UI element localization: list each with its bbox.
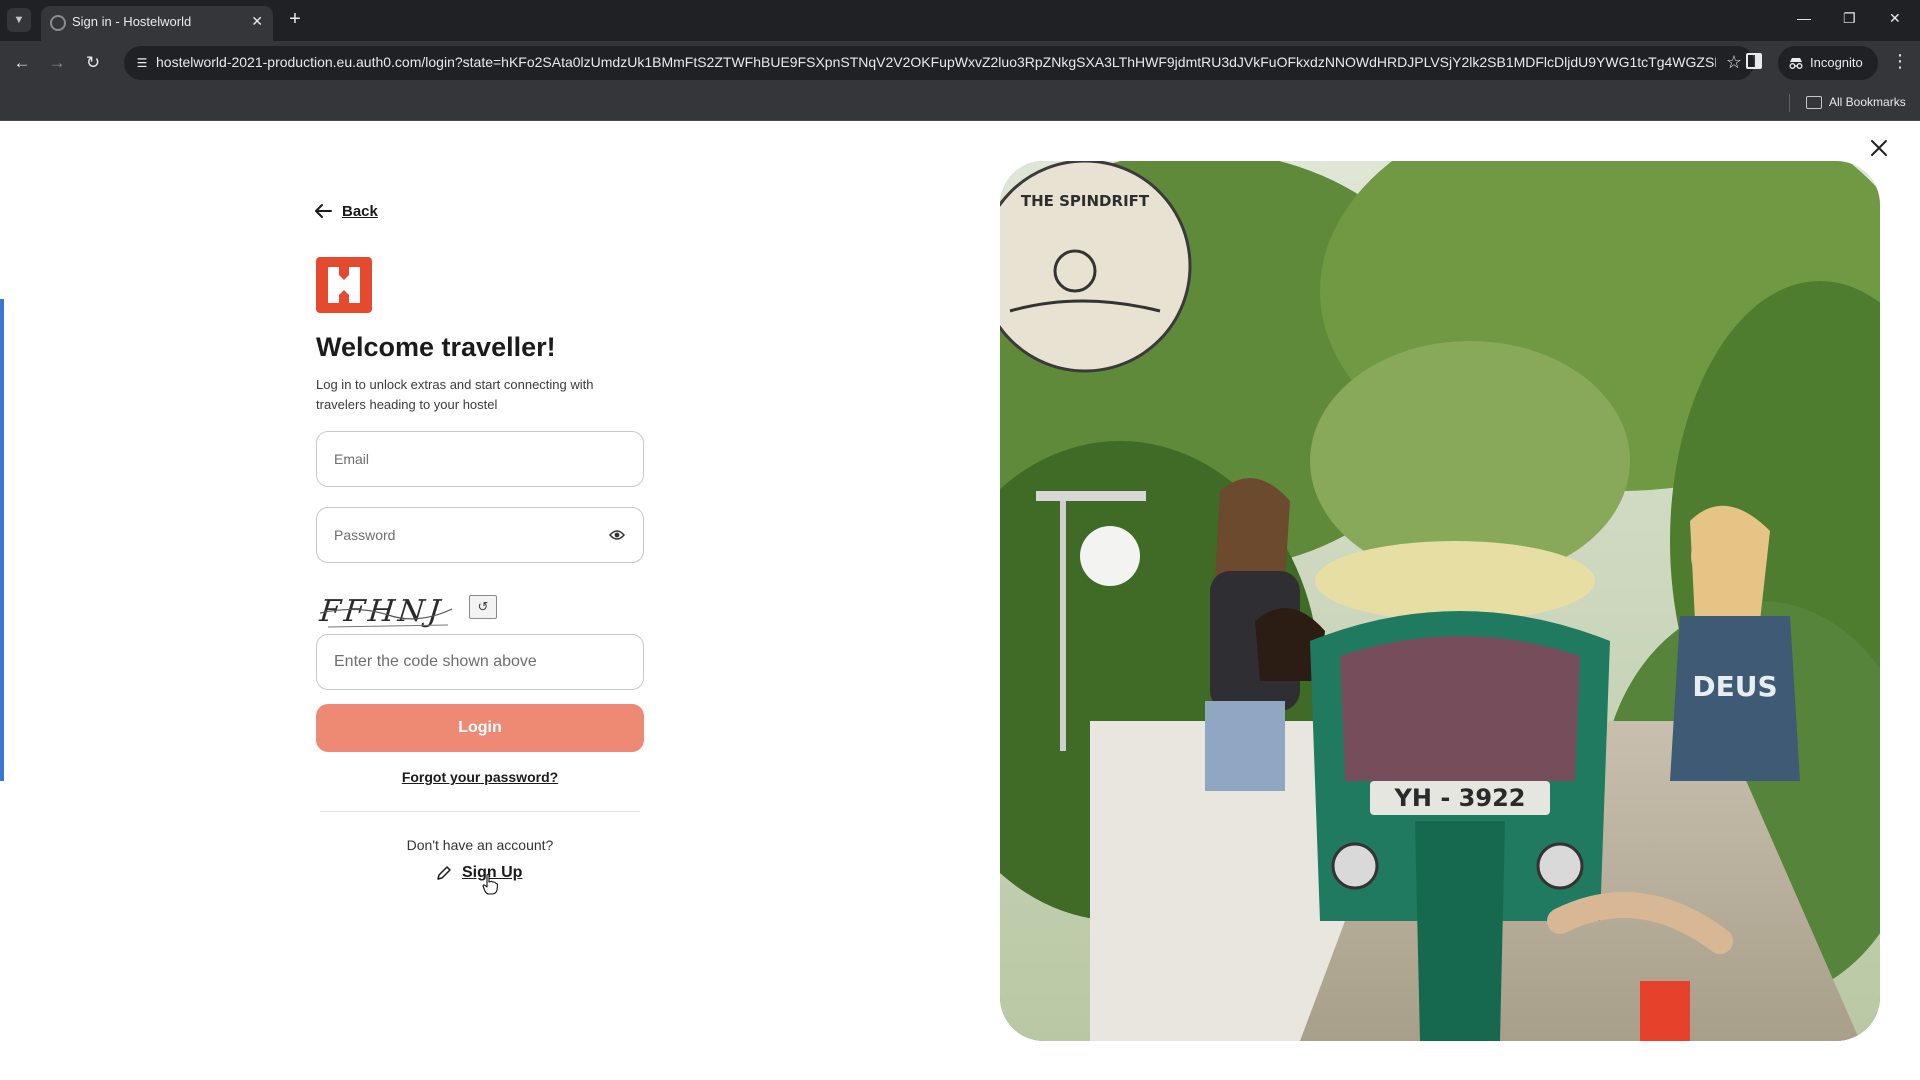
tab-search-icon[interactable]: ▼ — [7, 8, 31, 32]
captcha-image: FFHNJ — [317, 591, 454, 631]
window-close-icon[interactable]: ✕ — [1889, 10, 1901, 27]
bookmarks-divider — [1789, 94, 1790, 112]
incognito-icon — [1789, 58, 1803, 69]
minimize-icon[interactable]: — — [1797, 10, 1811, 26]
url-text[interactable]: hostelworld-2021-production.eu.auth0.com… — [156, 54, 1716, 70]
captcha-refresh-button[interactable]: ↺ — [469, 595, 497, 619]
left-accent-bar — [0, 299, 4, 781]
address-bar[interactable]: ☰ hostelworld-2021-production.eu.auth0.c… — [124, 46, 1754, 80]
login-page: Back Welcome traveller! Log in to unlock… — [0, 121, 1920, 1080]
login-button[interactable]: Login — [316, 704, 644, 752]
sign-text: THE SPINDRIFT — [1021, 192, 1150, 210]
back-link[interactable]: Back — [314, 199, 378, 223]
side-panel-icon[interactable] — [1746, 53, 1762, 69]
arrow-left-icon — [315, 204, 332, 218]
all-bookmarks-link[interactable]: All Bookmarks — [1829, 95, 1906, 109]
reload-icon[interactable]: ↻ — [81, 51, 105, 75]
sign-up-link[interactable]: Sign Up — [436, 864, 522, 882]
back-arrow-icon[interactable]: ← — [10, 51, 34, 75]
tab-title: Sign in - Hostelworld — [72, 14, 192, 29]
plate-text: YH - 3922 — [1394, 784, 1526, 812]
bookmarks-bar: All Bookmarks — [0, 85, 1920, 121]
hostelworld-logo-mark — [328, 267, 360, 303]
email-input[interactable] — [334, 432, 604, 486]
pencil-icon — [437, 866, 451, 880]
hero-photo: THE SPINDRIFT DEUS YH - 3922 — [1000, 161, 1880, 1041]
tab-close-icon[interactable]: ✕ — [251, 13, 263, 30]
captcha-text: FFHNJ — [318, 594, 444, 629]
bookmark-star-icon[interactable]: ☆ — [1726, 52, 1742, 73]
password-input[interactable] — [334, 508, 604, 562]
folder-icon[interactable] — [1806, 96, 1822, 109]
back-label: Back — [342, 202, 378, 220]
captcha-code-input[interactable] — [334, 635, 604, 689]
shirt-text: DEUS — [1692, 670, 1777, 703]
password-field[interactable] — [316, 507, 644, 563]
page-subtitle: Log in to unlock extras and start connec… — [316, 377, 594, 412]
site-info-icon[interactable]: ☰ — [133, 54, 151, 72]
forgot-password-link[interactable]: Forgot your password? — [316, 769, 644, 785]
browser-tab[interactable]: Sign in - Hostelworld ✕ — [41, 6, 273, 41]
captcha-code-field[interactable] — [316, 634, 644, 690]
hand-cursor-icon — [482, 873, 498, 895]
browser-toolbar: ← → ↻ ☰ hostelworld-2021-production.eu.a… — [0, 41, 1920, 85]
globe-icon — [50, 15, 66, 31]
show-password-eye-icon[interactable] — [609, 528, 625, 542]
restore-icon[interactable]: ❐ — [1843, 10, 1856, 27]
forward-arrow-icon[interactable]: → — [45, 51, 69, 75]
incognito-label: Incognito — [1810, 55, 1863, 70]
email-field[interactable] — [316, 431, 644, 487]
close-icon[interactable] — [1868, 137, 1890, 159]
browser-tab-bar: ▼ Sign in - Hostelworld ✕ + — ❐ ✕ — [0, 0, 1920, 41]
no-account-text: Don't have an account? — [406, 837, 554, 853]
incognito-badge[interactable]: Incognito — [1778, 46, 1878, 80]
page-title: Welcome traveller! — [316, 332, 556, 362]
browser-menu-icon[interactable]: ⋮ — [1890, 51, 1910, 75]
new-tab-icon[interactable]: + — [283, 8, 307, 32]
divider — [320, 811, 640, 812]
hostelworld-logo — [316, 257, 372, 313]
